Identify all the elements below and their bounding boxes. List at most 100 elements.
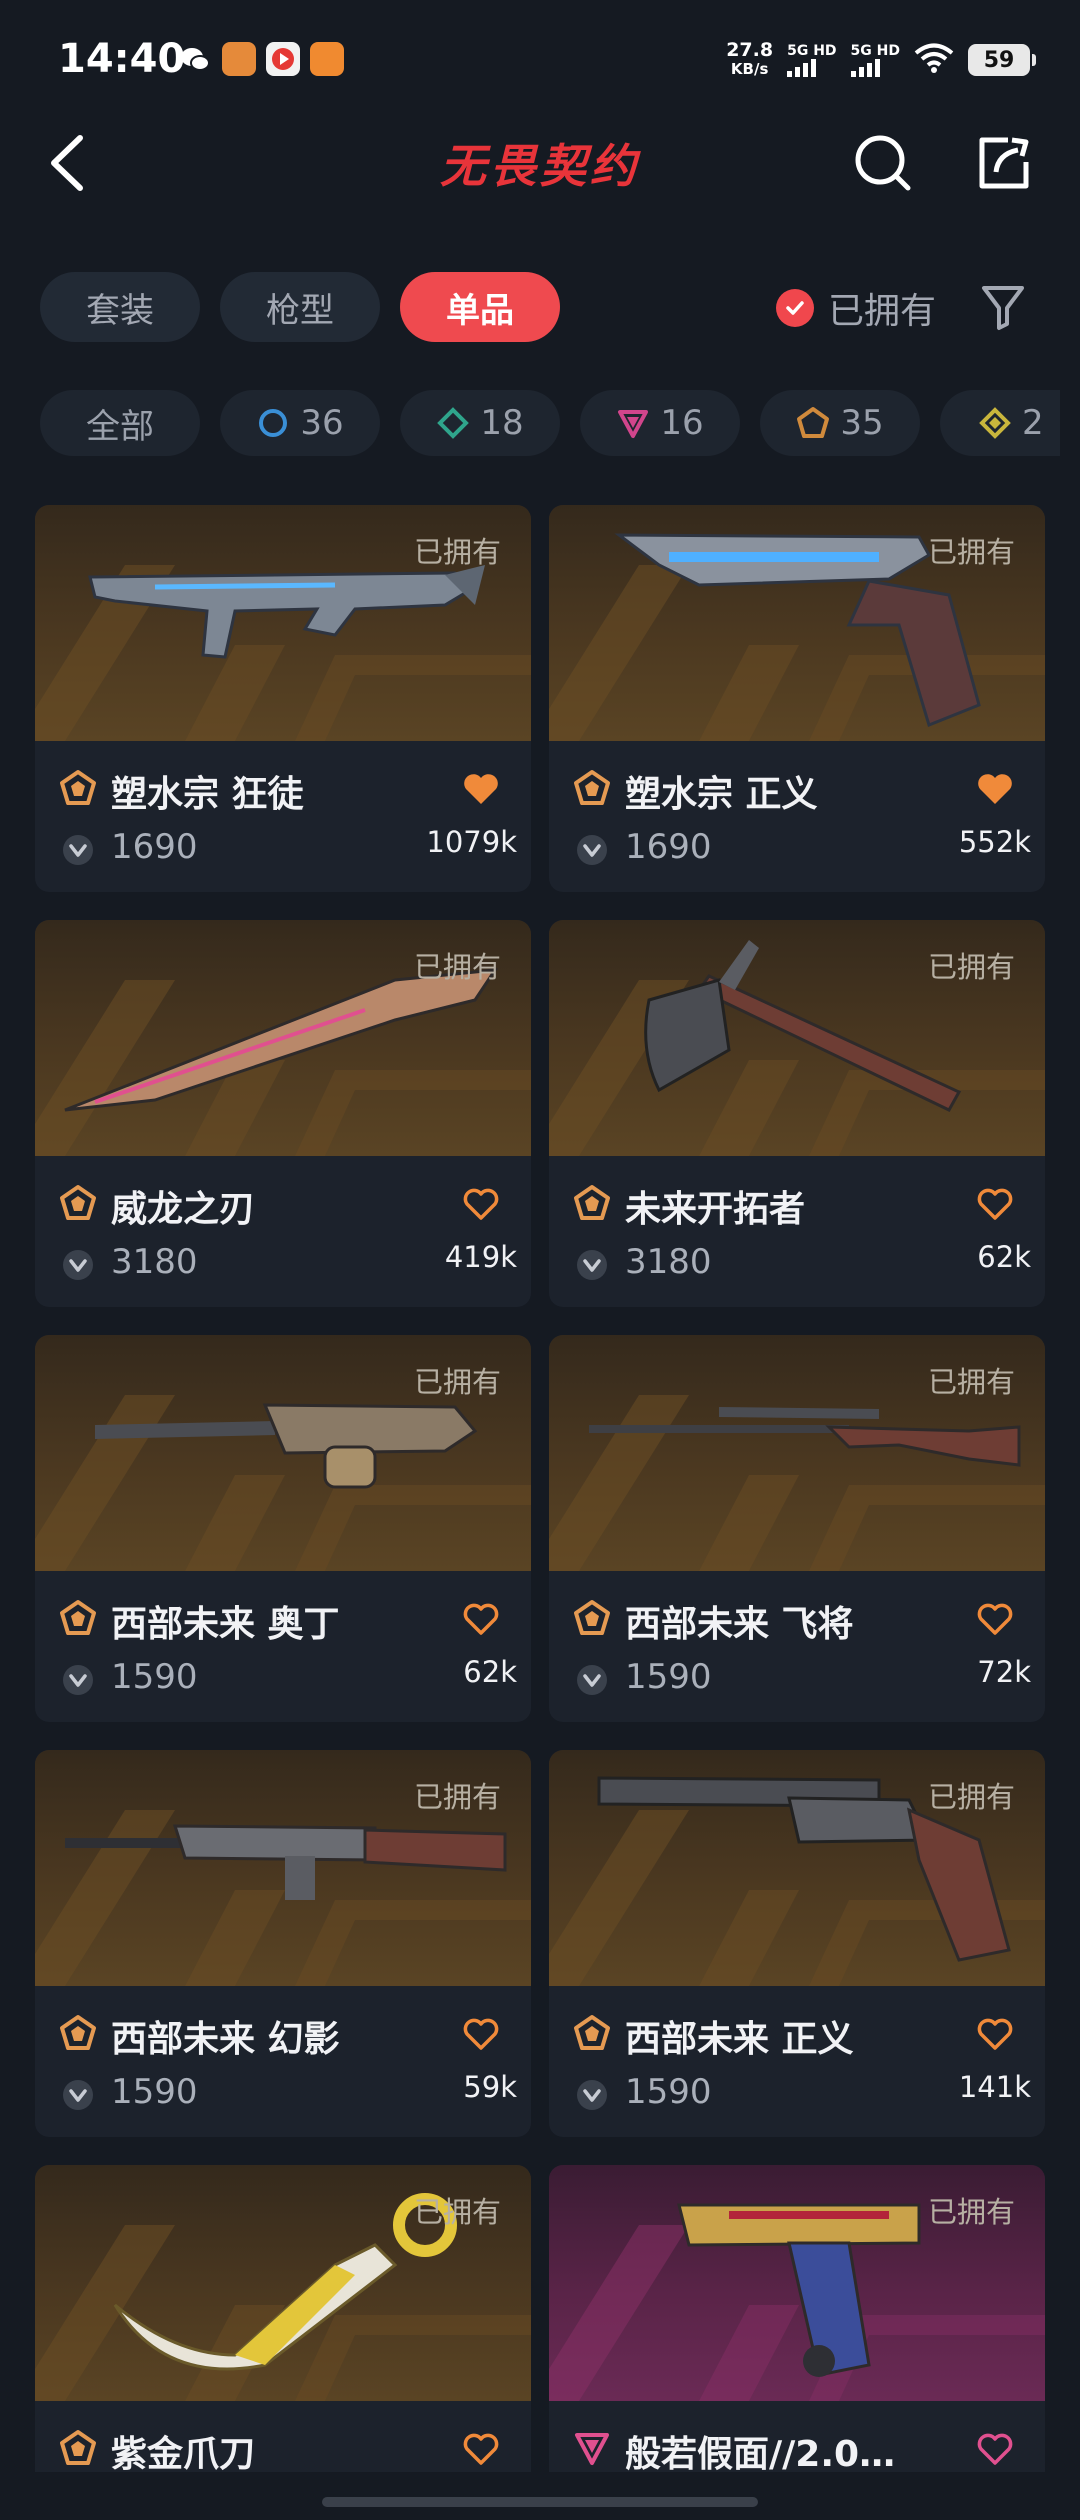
status-bar: 14:40 27.8 KB/s 5G HD 5G HD 59 xyxy=(0,0,1080,120)
rarity-chip-premium[interactable]: 16 xyxy=(580,390,740,456)
skin-card[interactable]: 已拥有 西部未来 飞将 1590 72k xyxy=(549,1335,1045,1722)
skin-card[interactable]: 已拥有 紫金爪刀 xyxy=(35,2165,531,2520)
skin-image: 已拥有 xyxy=(35,505,531,741)
skin-name: 西部未来 正义 xyxy=(625,2019,854,2060)
signal-bars-icon xyxy=(850,58,880,77)
net-speed: 27.8 KB/s xyxy=(726,41,773,79)
heart-outline-icon[interactable] xyxy=(975,1601,1015,1637)
like-count: 141k xyxy=(958,2070,1031,2104)
skin-name: 塑水宗 正义 xyxy=(625,774,818,815)
skin-price: 1590 xyxy=(111,2072,198,2112)
skin-price: 1590 xyxy=(625,2072,712,2112)
select-tier-icon xyxy=(259,409,288,437)
heart-filled-icon[interactable] xyxy=(461,771,501,807)
rarity-chip-all[interactable]: 全部 xyxy=(40,390,200,456)
net-speed-value: 27.8 xyxy=(726,39,774,61)
search-icon xyxy=(855,135,911,191)
skin-name: 西部未来 飞将 xyxy=(625,1604,854,1645)
skin-image: 已拥有 xyxy=(35,920,531,1156)
rarity-chip-ultra[interactable]: 2 xyxy=(940,390,1060,456)
rarity-chip-count: 18 xyxy=(480,403,524,443)
rarity-chip-label: 全部 xyxy=(86,406,154,447)
vp-currency-icon xyxy=(577,1250,607,1280)
skin-name: 般若假面//2.0… xyxy=(625,2434,896,2475)
owned-tag: 已拥有 xyxy=(413,1780,501,1814)
skin-image: 已拥有 xyxy=(549,2165,1045,2401)
ultra-tier-icon xyxy=(979,407,1011,439)
like-count: 552k xyxy=(958,825,1031,859)
heart-filled-icon[interactable] xyxy=(975,771,1015,807)
tab-weapon-types[interactable]: 枪型 xyxy=(220,272,380,342)
exclusive-tier-icon xyxy=(797,407,830,438)
heart-outline-icon[interactable] xyxy=(461,1186,501,1222)
vp-currency-icon xyxy=(63,835,93,865)
owned-tag: 已拥有 xyxy=(927,535,1015,569)
skin-image: 已拥有 xyxy=(549,505,1045,741)
premium-tier-icon xyxy=(618,410,649,438)
heart-outline-icon[interactable] xyxy=(461,2016,501,2052)
exclusive-tier-icon xyxy=(60,2430,96,2465)
signal-bars-icon xyxy=(787,58,817,77)
bottom-bar xyxy=(0,2472,1080,2520)
exclusive-tier-icon xyxy=(574,770,610,805)
skin-card[interactable]: 已拥有 西部未来 幻影 1590 59k xyxy=(35,1750,531,2137)
skin-image: 已拥有 xyxy=(549,1335,1045,1571)
funnel-icon xyxy=(982,286,1024,330)
exclusive-tier-icon xyxy=(574,1600,610,1635)
skin-card[interactable]: 已拥有 塑水宗 正义 1690 552k xyxy=(549,505,1045,892)
skin-image: 已拥有 xyxy=(35,1335,531,1571)
rarity-chip-select[interactable]: 36 xyxy=(220,390,380,456)
wifi-icon xyxy=(914,42,954,78)
share-button[interactable] xyxy=(968,128,1038,198)
skin-name: 塑水宗 狂徒 xyxy=(111,774,304,815)
owned-tag: 已拥有 xyxy=(927,950,1015,984)
skin-card[interactable]: 已拥有 般若假面//2.0… xyxy=(549,2165,1045,2520)
premium-tier-icon xyxy=(575,2433,609,2465)
like-count: 62k xyxy=(463,1655,517,1689)
rarity-chip-count: 36 xyxy=(300,403,344,443)
category-tabs: 套装 枪型 单品 xyxy=(40,272,560,342)
rarity-chip-exclusive[interactable]: 35 xyxy=(760,390,920,456)
tab-single-items[interactable]: 单品 xyxy=(400,272,560,342)
skin-image: 已拥有 xyxy=(35,1750,531,1986)
search-button[interactable] xyxy=(848,128,918,198)
page-title: 无畏契约 xyxy=(440,139,640,193)
app-header: 无畏契约 xyxy=(0,120,1080,210)
skin-card[interactable]: 已拥有 未来开拓者 3180 62k xyxy=(549,920,1045,1307)
skin-price: 1590 xyxy=(111,1657,198,1697)
exclusive-tier-icon xyxy=(60,2015,96,2050)
like-count: 62k xyxy=(977,1240,1031,1274)
owned-tag: 已拥有 xyxy=(413,950,501,984)
signal-2-label: 5G HD xyxy=(850,42,900,59)
rarity-chip-deluxe[interactable]: 18 xyxy=(400,390,560,456)
game-app-icon xyxy=(310,42,344,76)
owned-tag: 已拥有 xyxy=(413,2195,501,2229)
heart-outline-icon[interactable] xyxy=(975,2431,1015,2467)
heart-outline-icon[interactable] xyxy=(461,2431,501,2467)
skin-card[interactable]: 已拥有 西部未来 正义 1590 141k xyxy=(549,1750,1045,2137)
skin-image: 已拥有 xyxy=(549,920,1045,1156)
heart-outline-icon[interactable] xyxy=(975,2016,1015,2052)
heart-outline-icon[interactable] xyxy=(975,1186,1015,1222)
heart-outline-icon[interactable] xyxy=(461,1601,501,1637)
signal-1-label: 5G HD xyxy=(787,42,837,59)
checkmark-icon xyxy=(776,289,814,327)
owned-tag: 已拥有 xyxy=(927,1365,1015,1399)
owned-tag: 已拥有 xyxy=(927,1780,1015,1814)
exclusive-tier-icon xyxy=(60,1600,96,1635)
share-icon xyxy=(979,137,1029,189)
vp-currency-icon xyxy=(63,1665,93,1695)
rarity-chip-count: 16 xyxy=(660,403,704,443)
home-indicator[interactable] xyxy=(322,2497,758,2507)
owned-filter-toggle[interactable]: 已拥有 xyxy=(776,280,936,336)
tab-bundles[interactable]: 套装 xyxy=(40,272,200,342)
skin-image: 已拥有 xyxy=(35,2165,531,2401)
like-count: 59k xyxy=(463,2070,517,2104)
skin-price: 1690 xyxy=(625,827,712,867)
skin-name: 威龙之刃 xyxy=(111,1189,256,1230)
filter-button[interactable] xyxy=(980,282,1026,332)
skin-card[interactable]: 已拥有 威龙之刃 3180 419k xyxy=(35,920,531,1307)
skin-card[interactable]: 已拥有 塑水宗 狂徒 1690 1079k xyxy=(35,505,531,892)
battery-icon: 59 xyxy=(968,44,1036,76)
skin-card[interactable]: 已拥有 西部未来 奥丁 1590 62k xyxy=(35,1335,531,1722)
